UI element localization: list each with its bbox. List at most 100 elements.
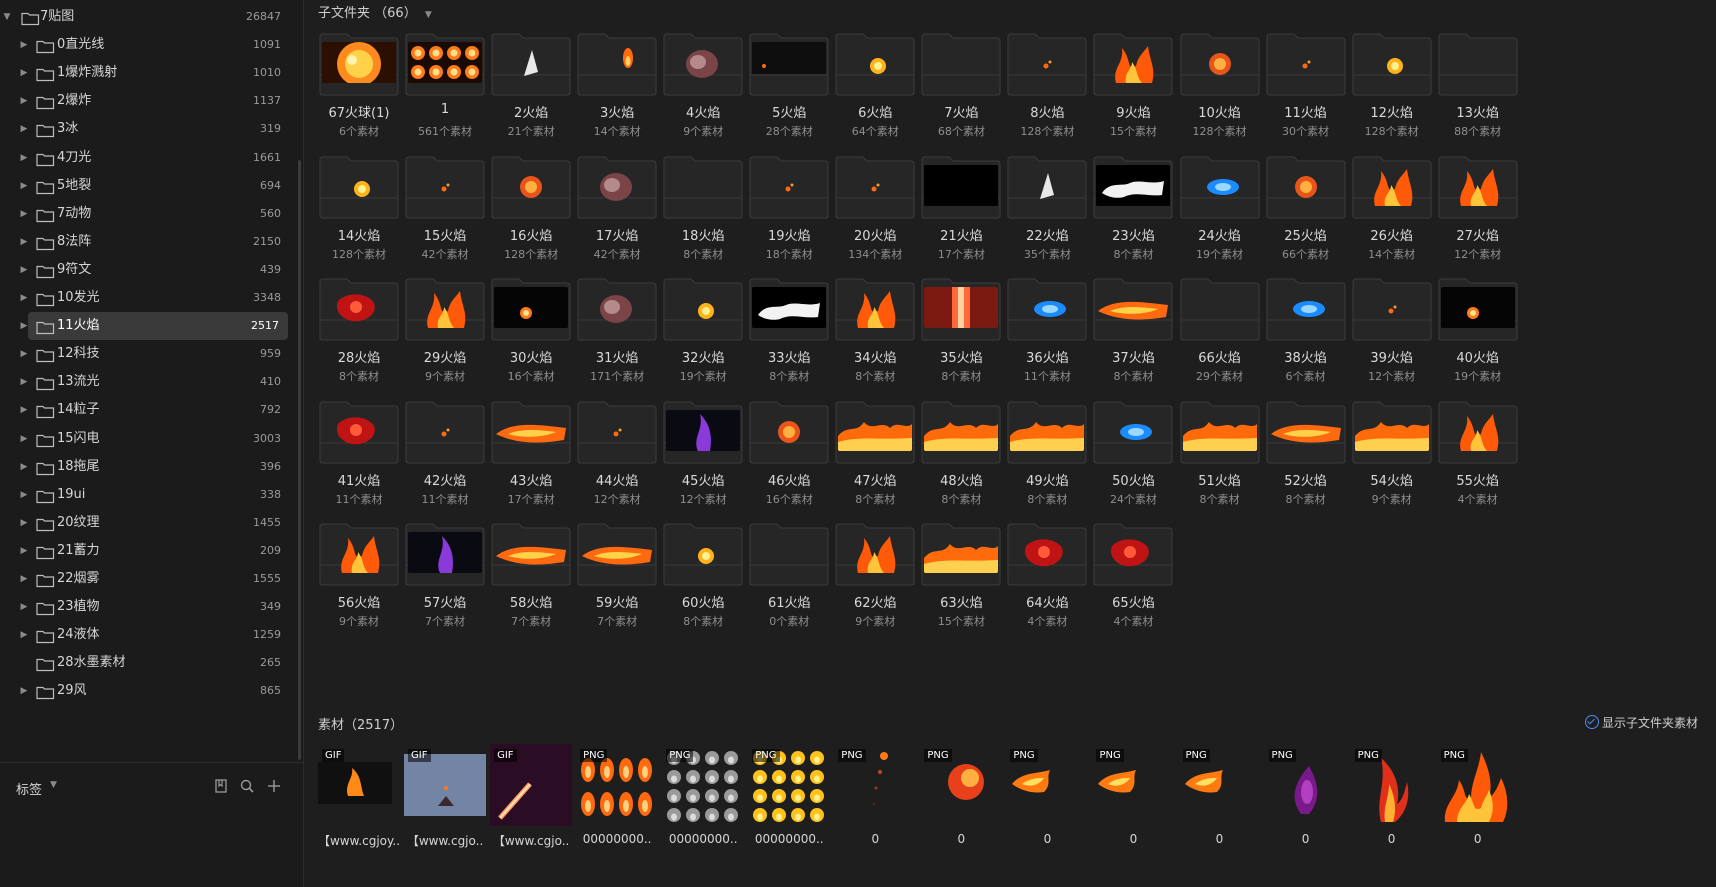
chevron-right-icon[interactable]: ▶	[18, 200, 30, 228]
subfolder-card[interactable]: 9火焰 15个素材	[1092, 33, 1174, 151]
subfolder-card[interactable]: 30火焰 16个素材	[490, 278, 572, 396]
subfolder-card[interactable]: 23火焰 8个素材	[1092, 156, 1174, 274]
subfolder-card[interactable]: 66火焰 29个素材	[1179, 278, 1261, 396]
subfolder-card[interactable]: 34火焰 8个素材	[834, 278, 916, 396]
search-icon[interactable]	[238, 777, 256, 795]
sidebar-item[interactable]: ▶ 15闪电 3003	[0, 425, 290, 453]
subfolder-card[interactable]: 57火焰 7个素材	[404, 523, 486, 641]
subfolder-card[interactable]: 7火焰 68个素材	[920, 33, 1002, 151]
subfolder-card[interactable]: 33火焰 8个素材	[748, 278, 830, 396]
chevron-down-icon[interactable]: ▼	[425, 10, 432, 20]
chevron-right-icon[interactable]: ▶	[18, 31, 30, 59]
subfolder-card[interactable]: 25火焰 66个素材	[1265, 156, 1347, 274]
chevron-right-icon[interactable]: ▶	[18, 425, 30, 453]
chevron-right-icon[interactable]: ▶	[18, 340, 30, 368]
subfolder-card[interactable]: 43火焰 17个素材	[490, 401, 572, 519]
material-item[interactable]: GIF 【www.cgjo..	[490, 744, 573, 848]
material-item[interactable]: PNG 00000000..	[748, 744, 830, 846]
subfolder-card[interactable]: 24火焰 19个素材	[1179, 156, 1261, 274]
sidebar-item[interactable]: ▶ 3冰 319	[0, 115, 290, 143]
subfolder-card[interactable]: 40火焰 19个素材	[1437, 278, 1519, 396]
subfolder-card[interactable]: 62火焰 9个素材	[834, 523, 916, 641]
checkbox-icon[interactable]	[1584, 715, 1599, 729]
sidebar-scrollbar[interactable]	[298, 160, 301, 760]
chevron-right-icon[interactable]: ▶	[18, 677, 30, 705]
sidebar-item[interactable]: ▶ 9符文 439	[0, 256, 290, 284]
chevron-right-icon[interactable]: ▶	[18, 256, 30, 284]
chevron-right-icon[interactable]: ▶	[18, 565, 30, 593]
sidebar-item[interactable]: ▶ 5地裂 694	[0, 172, 290, 200]
subfolder-card[interactable]: 14火焰 128个素材	[318, 156, 400, 274]
subfolder-card[interactable]: 12火焰 128个素材	[1351, 33, 1433, 151]
show-subfolder-materials-toggle[interactable]: 显示子文件夹素材	[1584, 714, 1698, 731]
subfolder-card[interactable]: 37火焰 8个素材	[1092, 278, 1174, 396]
material-item[interactable]: PNG 0	[1265, 744, 1347, 846]
subfolder-card[interactable]: 28火焰 8个素材	[318, 278, 400, 396]
subfolder-card[interactable]: 15火焰 42个素材	[404, 156, 486, 274]
tags-caret-icon[interactable]: ▼	[50, 780, 57, 790]
sidebar-item[interactable]: ▶ 4刀光 1661	[0, 144, 290, 172]
material-item[interactable]: PNG 00000000..	[662, 744, 744, 846]
subfolder-card[interactable]: 46火焰 16个素材	[748, 401, 830, 519]
material-item[interactable]: PNG 0	[1006, 744, 1088, 846]
sidebar-item[interactable]: ▶ 24液体 1259	[0, 621, 290, 649]
subfolder-card[interactable]: 27火焰 12个素材	[1437, 156, 1519, 274]
sidebar-item[interactable]: ▶ 19ui 338	[0, 481, 290, 509]
sidebar-item[interactable]: ▶ 1爆炸溅射 1010	[0, 59, 290, 87]
subfolder-card[interactable]: 58火焰 7个素材	[490, 523, 572, 641]
subfolder-card[interactable]: 21火焰 17个素材	[920, 156, 1002, 274]
subfolder-card[interactable]: 41火焰 11个素材	[318, 401, 400, 519]
subfolder-card[interactable]: 50火焰 24个素材	[1092, 401, 1174, 519]
sidebar-item[interactable]: ▶ 8法阵 2150	[0, 228, 290, 256]
subfolders-header[interactable]: 子文件夹 （66） ▼	[318, 4, 432, 24]
material-item[interactable]: PNG 0	[1351, 744, 1433, 846]
subfolder-card[interactable]: 29火焰 9个素材	[404, 278, 486, 396]
sidebar-item-root[interactable]: ▼ 7贴图 26847	[0, 3, 290, 31]
sidebar-item[interactable]: ▶ 0直光线 1091	[0, 31, 290, 59]
subfolder-card[interactable]: 4火焰 9个素材	[662, 33, 744, 151]
subfolder-card[interactable]: 22火焰 35个素材	[1006, 156, 1088, 274]
subfolder-card[interactable]: 17火焰 42个素材	[576, 156, 658, 274]
subfolder-card[interactable]: 56火焰 9个素材	[318, 523, 400, 641]
chevron-right-icon[interactable]: ▶	[18, 396, 30, 424]
material-item[interactable]: PNG 0	[1437, 744, 1519, 846]
sidebar-item[interactable]: 28水墨素材 265	[0, 649, 290, 677]
chevron-right-icon[interactable]: ▶	[18, 284, 30, 312]
subfolder-card[interactable]: 60火焰 8个素材	[662, 523, 744, 641]
chevron-right-icon[interactable]: ▶	[18, 621, 30, 649]
sidebar-item[interactable]: ▶ 7动物 560	[0, 200, 290, 228]
subfolder-card[interactable]: 44火焰 12个素材	[576, 401, 658, 519]
sidebar-item[interactable]: ▶ 23植物 349	[0, 593, 290, 621]
subfolder-card[interactable]: 67火球(1) 6个素材	[318, 33, 400, 151]
subfolder-card[interactable]: 52火焰 8个素材	[1265, 401, 1347, 519]
subfolder-card[interactable]: 48火焰 8个素材	[920, 401, 1002, 519]
subfolder-card[interactable]: 20火焰 134个素材	[834, 156, 916, 274]
subfolder-card[interactable]: 64火焰 4个素材	[1006, 523, 1088, 641]
chevron-down-icon[interactable]: ▼	[1, 3, 13, 31]
sidebar-item[interactable]: ▶ 13流光 410	[0, 368, 290, 396]
material-item[interactable]: PNG 0	[1092, 744, 1174, 846]
chevron-right-icon[interactable]: ▶	[18, 453, 30, 481]
sidebar-item[interactable]: ▶ 2爆炸 1137	[0, 87, 290, 115]
sidebar-item[interactable]: ▶ 12科技 959	[0, 340, 290, 368]
subfolder-card[interactable]: 13火焰 88个素材	[1437, 33, 1519, 151]
folder-tree[interactable]: ▼ 7贴图 26847 ▶ 0直光线 1091 ▶ 1爆炸溅射 1010 ▶ 2爆炸 1137 ▶ 3冰 3…	[0, 0, 303, 762]
chevron-right-icon[interactable]: ▶	[18, 144, 30, 172]
sidebar-item[interactable]: ▶ 14粒子 792	[0, 396, 290, 424]
sidebar-item[interactable]: ▶ 11火焰 2517	[21, 312, 288, 341]
chevron-right-icon[interactable]: ▶	[18, 172, 30, 200]
subfolder-card[interactable]: 54火焰 9个素材	[1351, 401, 1433, 519]
material-item[interactable]: PNG 0	[834, 744, 916, 846]
subfolder-card[interactable]: 38火焰 6个素材	[1265, 278, 1347, 396]
subfolder-card[interactable]: 65火焰 4个素材	[1092, 523, 1174, 641]
subfolder-card[interactable]: 31火焰 171个素材	[576, 278, 658, 396]
subfolder-card[interactable]: 26火焰 14个素材	[1351, 156, 1433, 274]
subfolder-card[interactable]: 8火焰 128个素材	[1006, 33, 1088, 151]
chevron-right-icon[interactable]: ▶	[18, 59, 30, 87]
sidebar-item[interactable]: ▶ 22烟雾 1555	[0, 565, 290, 593]
chevron-right-icon[interactable]: ▶	[18, 481, 30, 509]
chevron-right-icon[interactable]: ▶	[18, 87, 30, 115]
material-item[interactable]: PNG 0	[920, 744, 1002, 846]
subfolder-card[interactable]: 35火焰 8个素材	[920, 278, 1002, 396]
chevron-right-icon[interactable]: ▶	[18, 593, 30, 621]
